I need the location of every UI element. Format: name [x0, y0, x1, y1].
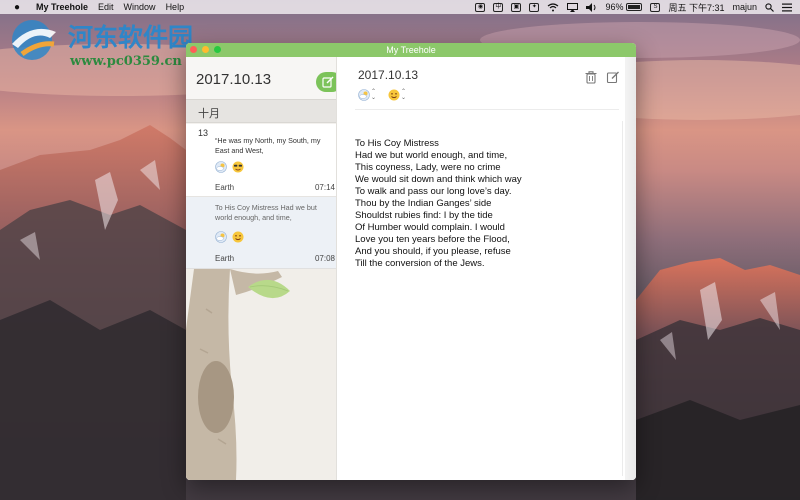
month-label: 十月 — [198, 108, 220, 120]
detail-date: 2017.10.13 — [358, 68, 419, 82]
title-bar[interactable]: My Treehole — [186, 43, 636, 57]
body-line: And you should, if you please, refuse — [355, 246, 511, 257]
compose-icon — [322, 76, 334, 88]
entry-body-text[interactable]: To His Coy Mistress Had we but world eno… — [355, 138, 625, 270]
weather-picker[interactable]: ⌃ ⌄ — [358, 89, 376, 101]
detail-divider — [355, 109, 619, 110]
entry-preview: “He was my North, my South, my East and … — [215, 136, 321, 155]
wifi-icon[interactable] — [547, 2, 559, 12]
battery-level-fill — [628, 5, 640, 9]
body-line: To walk and pass our long love’s day. — [355, 186, 512, 197]
entry-icons — [215, 231, 249, 243]
entry-icons — [215, 161, 249, 173]
zoom-window-button[interactable] — [214, 46, 221, 53]
cloud-sun-icon — [358, 89, 370, 101]
status-area: ◉ 中 ▣ ✦ 96% S 周五 下午7:31 majun — [475, 0, 800, 14]
menubar-clock[interactable]: 周五 下午7:31 — [668, 1, 724, 14]
body-line: Had we but world enough, and time, — [355, 150, 508, 161]
smiley-icon — [232, 231, 244, 243]
window-controls — [190, 46, 226, 53]
body-line: Thou by the Indian Ganges’ side — [355, 198, 492, 209]
status-app-icon-1[interactable]: ◉ — [475, 2, 486, 12]
entry-time: 07:08 — [314, 254, 335, 263]
edit-icon — [606, 71, 619, 84]
entry-location: Earth — [215, 183, 235, 192]
watermark-url: www.pc0359.cn — [70, 54, 182, 69]
sidebar-date: 2017.10.13 — [196, 71, 272, 88]
spotlight-search-icon[interactable] — [765, 2, 774, 12]
body-line: We would sit down and think which way — [355, 174, 522, 185]
battery-status[interactable]: 96% — [605, 2, 643, 12]
detail-icons: ⌃ ⌄ ⌃ ⌄ — [358, 89, 418, 101]
entry-day: 13 — [198, 128, 209, 138]
body-line: This coyness, Lady, were no crime — [355, 162, 501, 173]
airplay-icon[interactable] — [567, 2, 579, 12]
watermark-logo-icon — [12, 20, 56, 60]
battery-percent: 96% — [605, 2, 624, 12]
entry-sidebar: 2017.10.13 十月 13 “He was my North, my So… — [186, 57, 337, 480]
smiley-icon — [388, 89, 400, 101]
body-line: Shouldst rubies find: I by the tide — [355, 210, 493, 221]
mood-picker[interactable]: ⌃ ⌄ — [388, 89, 406, 101]
entry-location: Earth — [215, 254, 235, 263]
body-line: To His Coy Mistress — [355, 138, 439, 149]
entry-list-item-selected[interactable]: To His Coy Mistress Had we but world eno… — [186, 197, 336, 269]
chevron-updown-icon: ⌃ ⌄ — [371, 89, 377, 101]
new-entry-button[interactable] — [316, 72, 336, 92]
status-app-icon-3[interactable]: ✦ — [529, 2, 540, 12]
scrollbar-track[interactable] — [622, 121, 623, 476]
notification-center-icon[interactable] — [782, 3, 792, 12]
tree-illustration — [186, 269, 336, 480]
entry-time: 07:14 — [314, 183, 335, 192]
status-app-icon-2[interactable]: ▣ — [511, 2, 522, 12]
body-line: Till the conversion of the Jews. — [355, 258, 485, 269]
watermark-title: 河东软件园 — [68, 23, 194, 52]
window-edge-shadow — [625, 57, 636, 480]
app-window: My Treehole 2017.10.13 十月 13 “He was my … — [186, 43, 636, 480]
chevron-updown-icon: ⌃ ⌄ — [401, 89, 407, 101]
battery-icon — [626, 3, 643, 11]
user-name[interactable]: majun — [732, 2, 757, 12]
body-line: Of Humber would complain. I would — [355, 222, 505, 233]
trash-icon — [585, 71, 597, 84]
sogou-icon[interactable]: S — [650, 2, 661, 12]
edit-entry-button[interactable] — [606, 70, 620, 84]
entry-preview: To His Coy Mistress Had we but world eno… — [215, 203, 317, 222]
input-method-icon[interactable]: 中 — [493, 2, 504, 12]
entry-detail-pane: 2017.10.13 ⌃ ⌄ ⌃ ⌄ To His Coy Mistress H… — [337, 57, 636, 480]
window-title: My Treehole — [386, 45, 436, 55]
minimize-window-button[interactable] — [202, 46, 209, 53]
body-line: Love you ten years before the Flood, — [355, 234, 510, 245]
cloud-sun-icon — [215, 231, 227, 243]
delete-entry-button[interactable] — [584, 70, 598, 84]
sidebar-header: 2017.10.13 — [186, 57, 336, 99]
entry-list-item[interactable]: 13 “He was my North, my South, my East a… — [186, 124, 336, 197]
volume-icon[interactable] — [586, 2, 597, 12]
month-section-header: 十月 — [186, 99, 336, 123]
close-window-button[interactable] — [190, 46, 197, 53]
cloud-sun-icon — [215, 161, 227, 173]
cool-smiley-icon — [232, 161, 244, 173]
